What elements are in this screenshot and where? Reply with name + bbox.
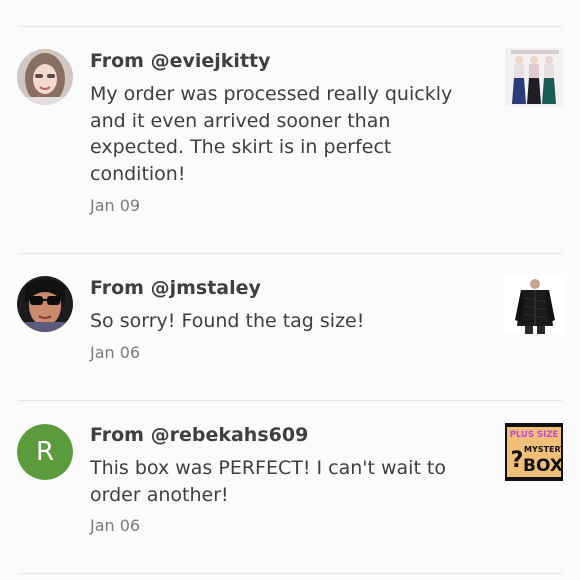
avatar-initial: R	[17, 424, 73, 480]
skirt-listing-photo-icon	[505, 48, 563, 106]
review-message: This box was PERFECT! I can't wait to or…	[90, 457, 447, 506]
divider	[18, 400, 562, 401]
divider	[18, 253, 562, 254]
listing-thumbnail[interactable]	[505, 276, 563, 334]
thumb-plus-size-text: PLUS SIZE	[510, 430, 559, 440]
from-label: From	[90, 424, 151, 446]
avatar[interactable]	[17, 49, 73, 105]
reviewer-handle-link[interactable]: @rebekahs609	[151, 424, 309, 446]
listing-thumbnail[interactable]: PLUS SIZE ? MYSTERY BOX	[505, 423, 563, 481]
review-message: So sorry! Found the tag size!	[90, 310, 365, 332]
listing-thumbnail[interactable]	[505, 48, 563, 106]
jacket-listing-photo-icon	[505, 276, 563, 334]
thumb-box-text: BOX	[523, 456, 563, 476]
review-message: My order was processed really quickly an…	[90, 83, 453, 185]
divider-top	[18, 26, 562, 27]
review-date: Jan 06	[90, 343, 141, 362]
review-date: Jan 09	[90, 196, 141, 215]
reviewer-handle-link[interactable]: @eviejkitty	[151, 50, 271, 72]
review-from: From @rebekahs609	[90, 424, 308, 446]
user-photo-icon	[17, 276, 73, 332]
mystery-box-listing-photo-icon: PLUS SIZE ? MYSTERY BOX	[505, 423, 563, 481]
avatar[interactable]: R	[17, 424, 73, 480]
user-photo-icon	[17, 49, 73, 105]
divider-bottom	[18, 573, 562, 574]
thumb-mystery-text: MYSTERY	[524, 445, 563, 454]
review-from: From @eviejkitty	[90, 50, 271, 72]
avatar[interactable]	[17, 276, 73, 332]
review-date: Jan 06	[90, 516, 141, 535]
from-label: From	[90, 277, 151, 299]
review-from: From @jmstaley	[90, 277, 261, 299]
from-label: From	[90, 50, 151, 72]
reviewer-handle-link[interactable]: @jmstaley	[151, 277, 261, 299]
thumb-question-text: ?	[511, 448, 524, 473]
